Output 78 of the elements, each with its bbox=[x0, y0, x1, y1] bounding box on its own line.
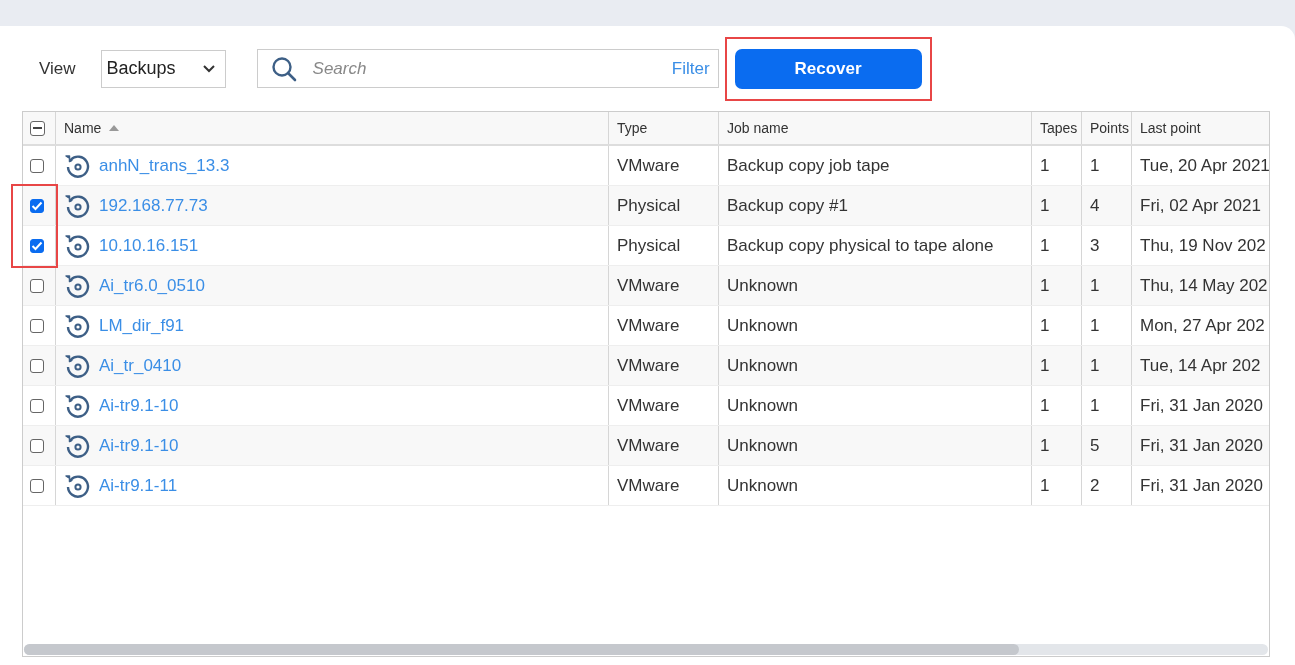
table-cell: 1 bbox=[1090, 275, 1100, 296]
column-header[interactable]: Last point bbox=[1140, 120, 1201, 136]
row-checkbox[interactable] bbox=[30, 478, 44, 493]
table-cell: VMware bbox=[617, 395, 680, 416]
table-cell: VMware bbox=[617, 315, 680, 336]
backup-name-link[interactable]: 192.168.77.73 bbox=[99, 195, 208, 216]
row-checkbox[interactable] bbox=[30, 438, 44, 453]
table-cell: Fri, 02 Apr 2021 bbox=[1140, 195, 1261, 216]
row-checkbox[interactable] bbox=[30, 398, 44, 413]
backup-name-link[interactable]: Ai_tr6.0_0510 bbox=[99, 275, 205, 296]
table-cell: 2 bbox=[1090, 475, 1100, 496]
table-cell: 4 bbox=[1090, 195, 1100, 216]
row-checkbox[interactable] bbox=[30, 238, 44, 253]
table-cell: 1 bbox=[1040, 155, 1050, 176]
table-cell: VMware bbox=[617, 475, 680, 496]
table-cell: 1 bbox=[1090, 355, 1100, 376]
table-cell: Unknown bbox=[727, 475, 798, 496]
table-cell: 1 bbox=[1040, 355, 1050, 376]
table-cell: VMware bbox=[617, 355, 680, 376]
row-checkbox[interactable] bbox=[30, 158, 44, 173]
table-cell: Unknown bbox=[727, 315, 798, 336]
caret-icon bbox=[202, 64, 215, 73]
backup-name-link[interactable]: Ai-tr9.1-10 bbox=[99, 435, 179, 456]
table-cell: 5 bbox=[1090, 435, 1100, 456]
row-checkbox[interactable] bbox=[30, 198, 44, 213]
table-cell: Unknown bbox=[727, 275, 798, 296]
backup-name-link[interactable]: Ai-tr9.1-10 bbox=[99, 395, 179, 416]
row-checkbox[interactable] bbox=[30, 278, 44, 293]
table-cell: Fri, 31 Jan 2020 bbox=[1140, 475, 1263, 496]
search-icon bbox=[270, 55, 297, 82]
row-checkbox[interactable] bbox=[30, 318, 44, 333]
backup-name-link[interactable]: LM_dir_f91 bbox=[99, 315, 185, 336]
table-cell: 1 bbox=[1040, 235, 1050, 256]
table-cell: 3 bbox=[1090, 235, 1100, 256]
table-cell: 1 bbox=[1040, 195, 1050, 216]
table-cell: 1 bbox=[1040, 435, 1050, 456]
backup-name-link[interactable]: anhN_trans_13.3 bbox=[99, 155, 230, 176]
table-cell: Fri, 31 Jan 2020 bbox=[1140, 395, 1263, 416]
select-all-checkbox[interactable] bbox=[30, 120, 45, 136]
table-cell: Backup copy #1 bbox=[727, 195, 848, 216]
table-cell: Thu, 14 May 202 bbox=[1140, 275, 1268, 296]
view-select[interactable]: Backups bbox=[100, 49, 226, 88]
table-cell: Unknown bbox=[727, 355, 798, 376]
table-cell: 1 bbox=[1090, 155, 1100, 176]
column-header[interactable]: Name bbox=[64, 120, 102, 136]
table-cell: VMware bbox=[617, 275, 680, 296]
search-field[interactable]: Search Filter bbox=[256, 49, 719, 88]
view-label: View bbox=[39, 58, 76, 79]
column-header[interactable]: Type bbox=[617, 120, 648, 136]
row-checkbox[interactable] bbox=[30, 358, 44, 373]
filter-link[interactable]: Filter bbox=[671, 58, 710, 79]
table-cell: 1 bbox=[1040, 275, 1050, 296]
table-cell: 1 bbox=[1040, 315, 1050, 336]
table-cell: 1 bbox=[1090, 315, 1100, 336]
table-cell: Backup copy physical to tape alone bbox=[727, 235, 994, 256]
table-cell: Thu, 19 Nov 202 bbox=[1140, 235, 1266, 256]
table-cell: Unknown bbox=[727, 395, 798, 416]
table-cell: Mon, 27 Apr 202 bbox=[1140, 315, 1265, 336]
table-cell: 1 bbox=[1040, 475, 1050, 496]
table-cell: Unknown bbox=[727, 435, 798, 456]
table-cell: Physical bbox=[617, 235, 681, 256]
horizontal-scrollbar[interactable] bbox=[24, 644, 1268, 655]
table-cell: 1 bbox=[1040, 395, 1050, 416]
backup-name-link[interactable]: Ai-tr9.1-11 bbox=[99, 475, 178, 496]
table-cell: 1 bbox=[1090, 395, 1100, 416]
table-cell: VMware bbox=[617, 435, 680, 456]
backup-name-link[interactable]: 10.10.16.151 bbox=[99, 235, 199, 256]
table-cell: Physical bbox=[617, 195, 681, 216]
column-header[interactable]: Tapes bbox=[1040, 120, 1078, 136]
column-header[interactable]: Job name bbox=[727, 120, 789, 136]
column-header[interactable]: Points bbox=[1090, 120, 1129, 136]
recover-button[interactable]: Recover bbox=[734, 48, 922, 89]
table-cell: Tue, 20 Apr 2021 bbox=[1140, 155, 1270, 176]
table-cell: VMware bbox=[617, 155, 680, 176]
table-cell: Tue, 14 Apr 202 bbox=[1140, 355, 1261, 376]
table-cell: Fri, 31 Jan 2020 bbox=[1140, 435, 1263, 456]
backup-name-link[interactable]: Ai_tr_0410 bbox=[99, 355, 182, 376]
table-cell: Backup copy job tape bbox=[727, 155, 890, 176]
